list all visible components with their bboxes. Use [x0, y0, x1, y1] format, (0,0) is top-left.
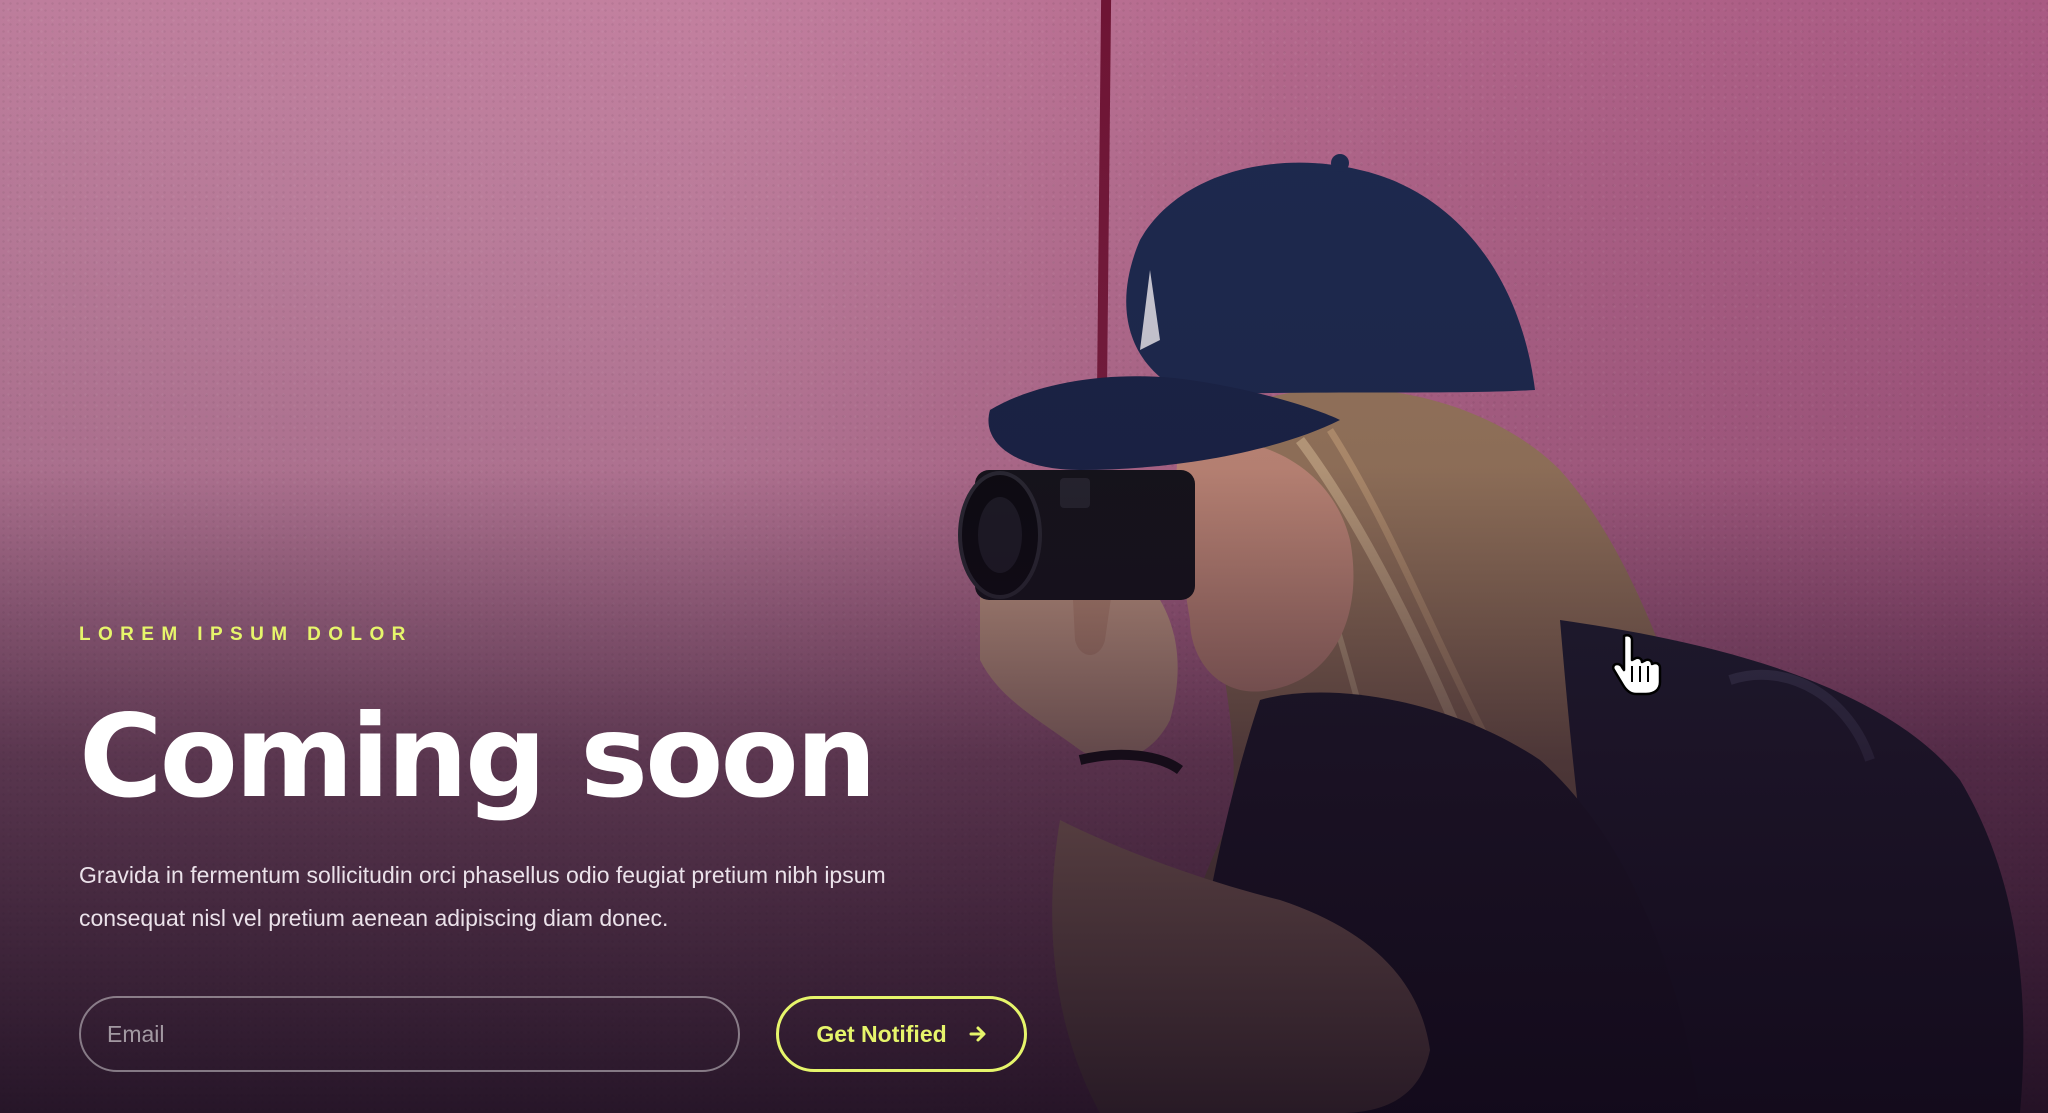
notify-form: Get Notified [79, 996, 1027, 1072]
hand-pointer-icon [1611, 633, 1662, 696]
page-title: Coming soon [79, 690, 877, 823]
photographer-image [958, 154, 2024, 1113]
hero-description: Gravida in fermentum sollicitudin orci p… [79, 862, 886, 931]
hero-content: LOREM IPSUM DOLOR Coming soon Gravida in… [79, 620, 1039, 940]
get-notified-button[interactable]: Get Notified [776, 996, 1027, 1072]
hero-section: LOREM IPSUM DOLOR Coming soon Gravida in… [0, 0, 2048, 1113]
get-notified-label: Get Notified [816, 1020, 947, 1047]
arrow-right-icon [969, 1026, 986, 1042]
eyebrow-text: LOREM IPSUM DOLOR [79, 624, 413, 645]
email-input[interactable] [79, 996, 740, 1072]
